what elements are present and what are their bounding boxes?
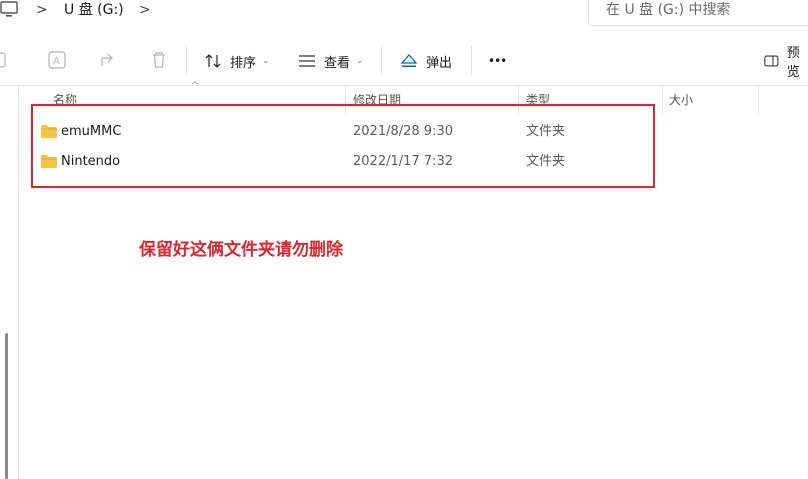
toolbar-divider bbox=[471, 46, 472, 76]
scrollbar-thumb[interactable] bbox=[5, 333, 8, 479]
sort-ascending-icon: ^ bbox=[191, 81, 199, 91]
command-bar: A 排序 ⌄ 查看 ⌄ 弹出 ••• 预览 bbox=[0, 36, 808, 86]
column-header-size[interactable]: 大小 bbox=[669, 86, 693, 114]
preview-pane-icon bbox=[764, 55, 779, 67]
column-separator[interactable] bbox=[662, 86, 663, 114]
delete-icon[interactable] bbox=[149, 50, 169, 70]
more-label: ••• bbox=[488, 54, 507, 68]
address-bar: > U 盘 (G:) > 在 U 盘 (G:) 中搜索 bbox=[0, 0, 808, 26]
cut-icon[interactable] bbox=[0, 50, 14, 70]
view-label: 查看 bbox=[324, 55, 351, 71]
eject-button[interactable]: 弹出 bbox=[400, 46, 452, 76]
chevron-down-icon: ⌄ bbox=[262, 56, 270, 66]
preview-pane-button[interactable]: 预览 bbox=[764, 46, 808, 80]
highlight-box bbox=[31, 104, 655, 188]
toolbar-divider bbox=[186, 46, 187, 76]
sort-label: 排序 bbox=[230, 55, 257, 71]
rename-icon[interactable]: A bbox=[47, 50, 67, 70]
breadcrumb-separator-end[interactable]: > bbox=[139, 0, 151, 20]
eject-icon bbox=[400, 54, 418, 67]
annotation-note: 保留好这俩文件夹请勿删除 bbox=[139, 240, 343, 260]
navigation-pane-edge bbox=[18, 86, 19, 479]
preview-label: 预览 bbox=[786, 46, 800, 80]
eject-label: 弹出 bbox=[426, 55, 453, 71]
view-button[interactable]: 查看 ⌄ bbox=[298, 46, 364, 76]
chevron-down-icon: ⌄ bbox=[356, 56, 364, 66]
breadcrumb-separator[interactable]: > bbox=[36, 0, 48, 20]
svg-text:A: A bbox=[53, 56, 60, 67]
share-icon[interactable] bbox=[98, 50, 118, 70]
sort-button[interactable]: 排序 ⌄ bbox=[204, 46, 270, 76]
column-separator[interactable] bbox=[758, 86, 759, 114]
breadcrumb-drive[interactable]: U 盘 (G:) bbox=[64, 0, 124, 20]
view-icon bbox=[299, 55, 315, 67]
search-input[interactable]: 在 U 盘 (G:) 中搜索 bbox=[606, 0, 731, 20]
more-options-button[interactable]: ••• bbox=[488, 46, 507, 76]
this-pc-icon[interactable] bbox=[0, 0, 20, 20]
toolbar-divider bbox=[381, 46, 382, 76]
sort-icon bbox=[205, 54, 221, 68]
